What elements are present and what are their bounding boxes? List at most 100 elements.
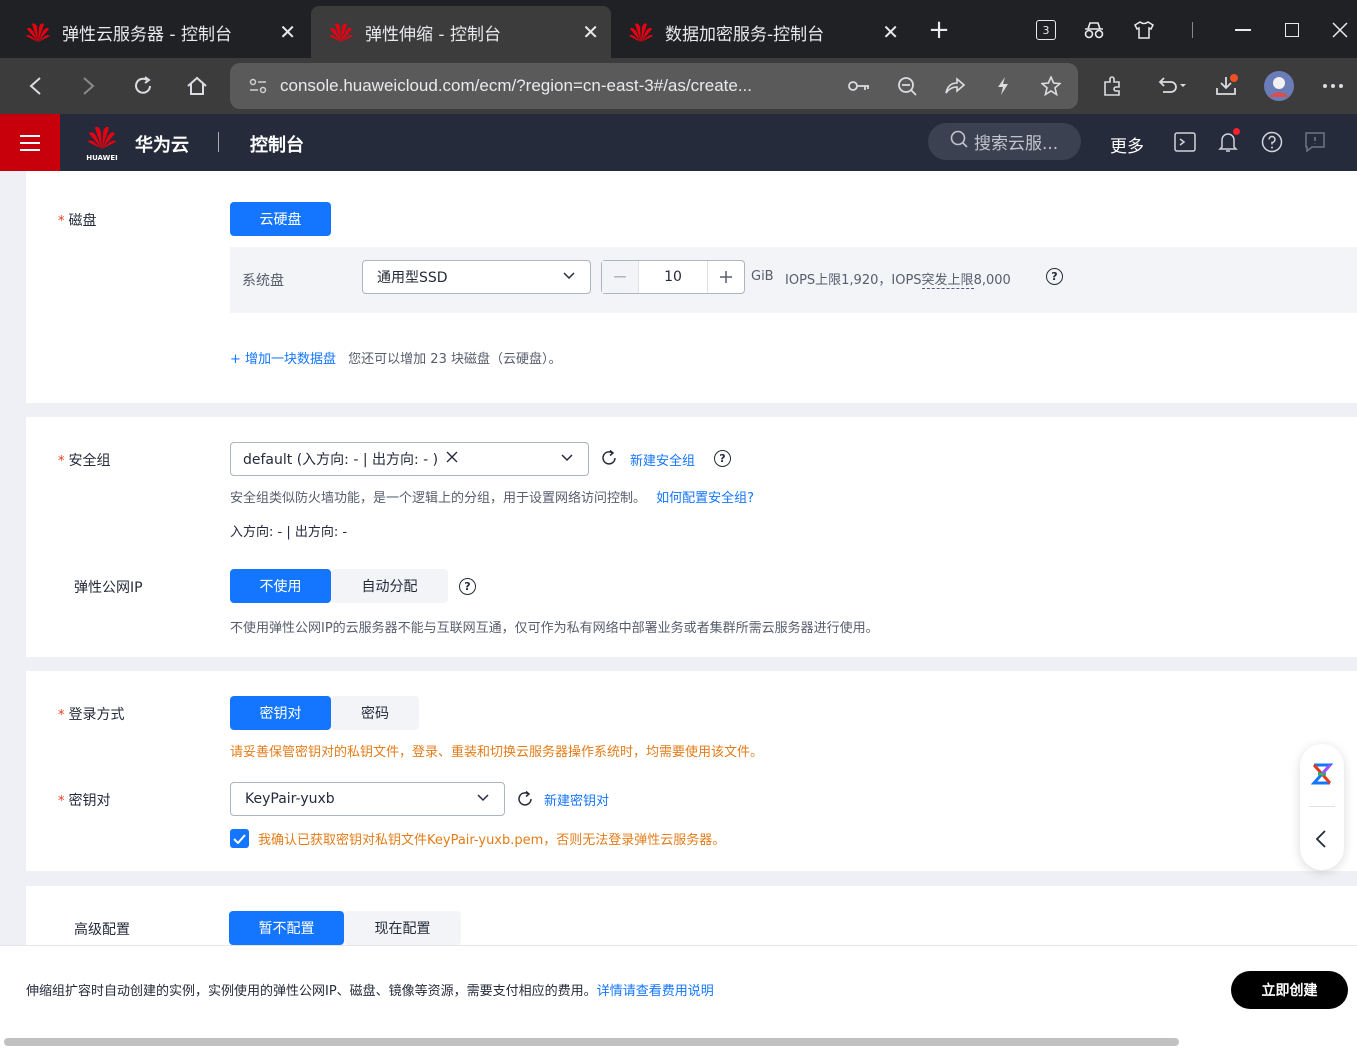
browser-tab-as[interactable]: 弹性伸缩 - 控制台 ✕ (311, 6, 611, 58)
keypair-select[interactable]: KeyPair-yuxb (230, 782, 505, 816)
horizontal-scrollbar[interactable] (4, 1038, 1179, 1046)
side-float-panel (1300, 744, 1344, 870)
confirm-text[interactable]: 我确认已获取密钥对私钥文件KeyPair-yuxb.pem，否则无法登录弹性云服… (258, 829, 725, 848)
hamburger-menu-button[interactable] (0, 114, 60, 171)
disk-section: * 磁盘 云硬盘 系统盘 通用型SSD 10 GiB IOPS上限1,920，IO… (26, 171, 1357, 403)
fee-details-link[interactable]: 详情请查看费用说明 (597, 984, 714, 999)
tab-count-badge: 3 (1036, 20, 1056, 40)
brand-small-text: HUAWEI (86, 154, 118, 162)
maximize-icon[interactable] (1275, 14, 1309, 46)
minimize-icon[interactable] (1226, 14, 1260, 46)
key-icon[interactable] (844, 71, 874, 101)
site-info-icon[interactable] (248, 76, 268, 100)
huawei-logo-icon (629, 23, 653, 42)
refresh-icon[interactable] (600, 449, 618, 472)
forward-icon[interactable] (72, 70, 106, 102)
iops-burst-value: 8,000 (973, 273, 1011, 288)
security-group-tag: default (入方向: - | 出方向: - ) (243, 452, 439, 468)
label-text: 密钥对 (68, 793, 111, 809)
label-text: 安全组 (68, 453, 111, 469)
required-mark: * (58, 214, 65, 229)
window-close-icon[interactable] (1323, 14, 1357, 46)
browser-toolbar: console.huaweicloud.com/ecm/?region=cn-e… (0, 58, 1357, 114)
assistant-icon[interactable] (1310, 762, 1334, 790)
tab-actions-icon[interactable]: 3 (1029, 14, 1063, 46)
help-icon[interactable]: ? (1046, 268, 1063, 285)
header-search[interactable]: 搜索云服... (928, 123, 1081, 160)
new-security-group-link[interactable]: 新建安全组 (630, 450, 695, 469)
add-data-disk-link[interactable]: + 增加一块数据盘 (230, 352, 336, 367)
huawei-logo-icon (26, 23, 50, 42)
share-icon[interactable] (940, 71, 970, 101)
url-text: console.huaweicloud.com/ecm/?region=cn-e… (280, 76, 753, 95)
back-icon[interactable] (18, 70, 52, 102)
brand-name[interactable]: 华为云 (135, 131, 189, 157)
address-bar[interactable]: console.huaweicloud.com/ecm/?region=cn-e… (230, 63, 1078, 109)
incognito-icon[interactable] (1077, 14, 1111, 46)
extensions-icon[interactable] (1096, 70, 1130, 102)
refresh-icon[interactable] (516, 790, 534, 813)
eip-option-none[interactable]: 不使用 (230, 569, 331, 603)
lightning-icon[interactable] (988, 71, 1018, 101)
login-option-password[interactable]: 密码 (331, 696, 419, 730)
tab-title: 弹性云服务器 - 控制台 (62, 24, 232, 45)
bell-icon[interactable] (1214, 128, 1242, 156)
star-icon[interactable] (1036, 71, 1066, 101)
iops-text: IOPS上限1,920，IOPS突发上限8,000 (785, 269, 1011, 289)
add-disk-row: + 增加一块数据盘 您还可以增加 23 块磁盘（云硬盘）。 (230, 348, 561, 367)
network-section: * 安全组 default (入方向: - | 出方向: - ) 新建安全组 ? … (26, 417, 1357, 657)
help-icon[interactable]: ? (459, 578, 476, 595)
more-menu[interactable]: 更多 (1110, 132, 1144, 157)
new-keypair-link[interactable]: 新建密钥对 (544, 790, 609, 809)
login-option-keypair[interactable]: 密钥对 (230, 696, 331, 730)
security-group-select[interactable]: default (入方向: - | 出方向: - ) (230, 442, 589, 476)
zoom-out-icon[interactable] (892, 71, 922, 101)
browser-tab-ecs[interactable]: 弹性云服务器 - 控制台 ✕ (8, 6, 308, 58)
download-icon[interactable] (1209, 70, 1243, 102)
eip-option-auto[interactable]: 自动分配 (331, 569, 448, 603)
huawei-logo-icon (329, 23, 353, 42)
disk-size-stepper[interactable]: 10 (601, 260, 745, 294)
feedback-icon[interactable] (1301, 128, 1329, 156)
advanced-option-skip[interactable]: 暂不配置 (229, 911, 344, 945)
undo-menu-icon[interactable] (1150, 70, 1194, 102)
remove-tag-icon[interactable] (446, 451, 458, 467)
reload-icon[interactable] (126, 70, 160, 102)
required-mark: * (58, 454, 65, 469)
shirt-icon[interactable] (1127, 14, 1161, 46)
close-icon[interactable]: ✕ (882, 20, 899, 44)
huawei-brand-logo[interactable]: HUAWEI (84, 124, 120, 162)
search-icon (950, 130, 968, 153)
browser-tab-dew[interactable]: 数据加密服务-控制台 ✕ (611, 6, 911, 58)
help-icon[interactable] (1258, 128, 1286, 156)
disk-type-value: 通用型SSD (377, 270, 448, 286)
disk-size-value[interactable]: 10 (639, 261, 707, 293)
close-icon[interactable]: ✕ (279, 20, 296, 44)
decrement-button[interactable] (602, 261, 639, 293)
keypair-warning: 请妥善保管密钥对的私钥文件，登录、重装和切换云服务器操作系统时，均需要使用该文件… (230, 745, 764, 760)
eip-label: 弹性公网IP (74, 580, 143, 596)
notification-dot (1233, 128, 1240, 135)
login-method-label: * 登录方式 (58, 704, 125, 724)
more-menu-icon[interactable] (1316, 70, 1350, 102)
cloud-shell-icon[interactable] (1171, 128, 1199, 156)
disk-type-select[interactable]: 通用型SSD (362, 260, 591, 294)
howto-security-group-link[interactable]: 如何配置安全组? (656, 491, 754, 506)
increment-button[interactable] (707, 261, 744, 293)
keypair-label: * 密钥对 (58, 790, 111, 810)
help-icon[interactable]: ? (714, 450, 731, 467)
new-tab-button[interactable]: + (925, 14, 953, 46)
bottom-action-bar: 伸缩组扩容时自动创建的实例，实例使用的弹性公网IP、磁盘、镜像等资源，需要支付相… (0, 945, 1357, 1053)
close-icon[interactable]: ✕ (582, 20, 599, 44)
home-icon[interactable] (180, 70, 214, 102)
iops-burst-term[interactable]: 突发上限 (921, 273, 974, 289)
console-title[interactable]: 控制台 (250, 131, 304, 157)
divider (1192, 22, 1193, 38)
chevron-left-icon[interactable] (1315, 830, 1327, 852)
advanced-option-now[interactable]: 现在配置 (344, 911, 461, 945)
profile-avatar[interactable] (1262, 70, 1296, 102)
system-disk-label: 系统盘 (242, 273, 284, 289)
confirm-checkbox[interactable] (230, 829, 249, 848)
cloud-disk-button[interactable]: 云硬盘 (230, 202, 331, 236)
create-now-button[interactable]: 立即创建 (1231, 971, 1348, 1009)
